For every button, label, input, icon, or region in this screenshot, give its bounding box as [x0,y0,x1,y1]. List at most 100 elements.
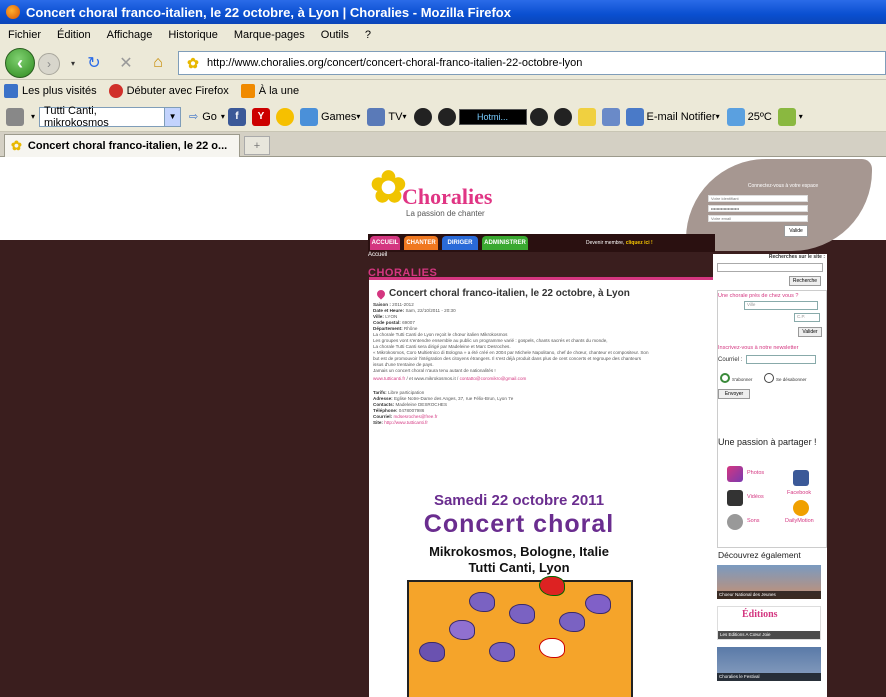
dailymotion-link[interactable]: DailyMotion [785,518,814,524]
menu-marque-pages[interactable]: Marque-pages [226,29,313,41]
login-password-input[interactable] [708,205,808,212]
site-search-input[interactable] [717,263,823,272]
body-line: Jamais un concert choral n'aura tenu aut… [373,368,496,373]
new-tab-button[interactable]: + [244,136,270,155]
cp-input[interactable]: C.P. [794,313,820,322]
membre-link[interactable]: cliquez ici ! [626,240,653,246]
link-email[interactable]: contatto@coromikro@gmail.com [460,376,527,381]
photos-icon[interactable] [727,466,743,482]
videos-link[interactable]: Vidéos [747,494,764,500]
meta-key: Ville: [373,314,384,319]
nav-accueil[interactable]: ACCUEIL [370,236,400,250]
facebook-icon[interactable] [793,470,809,486]
newsletter-email-input[interactable] [746,355,816,364]
forward-button[interactable]: › [38,53,60,75]
weather-temperature[interactable]: 25ºC [748,111,772,123]
reload-icon[interactable]: ↻ [84,53,104,73]
butterfly-icon [539,638,565,658]
tv-dropdown-icon[interactable]: ▾ [402,112,406,121]
youtube-icon[interactable]: Y [251,107,270,126]
photos-link[interactable]: Photos [747,470,764,476]
plugin-icon[interactable] [777,107,796,126]
chevron-down-icon[interactable]: ▼ [164,107,181,126]
passion-heading: Une passion à partager ! [718,437,817,447]
menu-edition[interactable]: Édition [49,29,99,41]
tv-label[interactable]: TV [388,111,402,123]
info-key: Adresse: [373,396,393,401]
bookmark-icon [108,84,123,98]
login-username-input[interactable] [708,195,808,202]
menu-affichage[interactable]: Affichage [99,29,161,41]
toolbar-search-value: Tutti Canti, mikrokosmos [44,104,109,129]
login-email-input[interactable] [708,215,808,222]
tv-icon[interactable] [367,107,386,126]
dailymotion-icon[interactable] [793,500,809,516]
chat-icon[interactable] [577,107,596,126]
info-value: Libre participation [387,390,425,395]
link-mikrokosmos[interactable]: et www.mikrokosmos.it / [409,376,458,381]
hotmail-ticker[interactable]: Hotmi... [458,108,527,125]
bookmark-headlines[interactable]: À la une [240,84,299,98]
weather-icon[interactable] [726,107,745,126]
email-dropdown-icon[interactable]: ▾ [716,112,720,121]
bookmark-most-visited[interactable]: Les plus visités [4,84,97,98]
login-submit-button[interactable]: Valide [784,225,808,237]
home-icon[interactable]: ⌂ [148,53,168,73]
nav-diriger[interactable]: DIRIGER [442,236,478,250]
email-notifier-icon[interactable] [625,107,644,126]
nav-administrer[interactable]: ADMINISTRER [482,236,528,250]
subscribe-radio[interactable] [720,373,730,383]
newsletter-submit-button[interactable]: Envoyer [718,389,750,399]
newsletter-label[interactable]: Inscrivez-vous à notre newsletter [718,345,798,351]
stop-icon[interactable]: ✕ [116,53,136,73]
thumb-festival[interactable]: Choralies le Festival [717,647,821,681]
email-notifier-label[interactable]: E-mail Notifier [647,111,716,123]
menu-historique[interactable]: Historique [160,29,226,41]
facebook-icon[interactable]: f [227,107,246,126]
go-arrow-icon[interactable]: ⇨ [189,110,198,123]
become-member-link[interactable]: Devenir membre, cliquez ici ! [586,240,653,246]
toolbar-dropdown-icon[interactable]: ▾ [31,112,35,121]
toolbar-logo-icon[interactable] [6,107,24,126]
thumb-editions[interactable]: Éditions Les Editions A Cœur Joie [717,606,821,640]
url-text[interactable]: http://www.choralies.org/concert/concert… [207,57,582,69]
menu-fichier[interactable]: Fichier [0,29,49,41]
facebook-link[interactable]: Facebook [787,490,811,496]
chorale-submit-button[interactable]: Valider [798,327,822,337]
tab-active[interactable]: ✿ Concert choral franco-italien, le 22 o… [4,134,240,157]
bookmark-getting-started[interactable]: Débuter avec Firefox [108,84,229,98]
go-button[interactable]: Go [202,111,217,123]
menu-outils[interactable]: Outils [313,29,357,41]
nav-chanter[interactable]: CHANTER [404,236,438,250]
history-dropdown-icon[interactable]: ▾ [63,53,83,73]
info-value[interactable]: mdsesroches@free.fr [393,414,437,419]
sons-link[interactable]: Sons [747,518,760,524]
meta-value: Sam, 22/10/2011 - 20:30 [405,308,456,313]
videos-icon[interactable] [727,490,743,506]
site-search-button[interactable]: Recherche [789,276,821,286]
toolbar-search-select[interactable]: Tutti Canti, mikrokosmos ▼ [39,104,182,129]
media-prev-icon[interactable] [413,107,432,126]
plugin-dropdown-icon[interactable]: ▾ [799,112,803,121]
back-button[interactable]: ‹ [5,48,35,78]
ville-input[interactable]: Ville [744,301,818,310]
games-dropdown-icon[interactable]: ▾ [356,112,360,121]
unsubscribe-radio[interactable] [764,373,774,383]
media-play-icon[interactable] [437,107,456,126]
thumb-choeur-national[interactable]: Choeur National des Jeunes [717,565,821,599]
sons-icon[interactable] [727,514,743,530]
site-logo[interactable]: ✿ Choralies La passion de chanter [370,162,550,230]
info-value[interactable]: http://www.tutticanti.fr [384,420,428,425]
screen-icon[interactable] [601,107,620,126]
url-bar[interactable]: ✿ http://www.choralies.org/concert/conce… [178,51,886,75]
go-dropdown-icon[interactable]: ▾ [221,112,225,121]
smiley-icon[interactable] [275,107,294,126]
media-volume-icon[interactable] [529,107,548,126]
menu-help[interactable]: ? [357,29,379,41]
games-icon[interactable] [299,107,318,126]
link-tutticanti[interactable]: www.tutticanti.fr [373,376,405,381]
breadcrumb[interactable]: Accueil [368,252,387,258]
butterfly-icon [509,604,535,624]
media-stop-icon[interactable] [553,107,572,126]
games-label[interactable]: Games [321,111,356,123]
